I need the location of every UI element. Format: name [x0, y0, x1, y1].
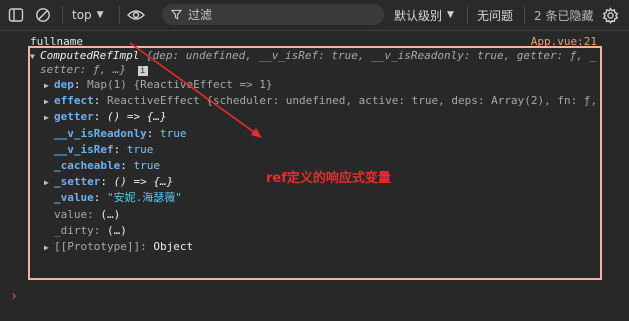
object-preview-cont: setter: ƒ, …}	[40, 63, 127, 76]
settings-gear-icon[interactable]	[602, 0, 619, 30]
expand-triangle-icon[interactable]: ▶	[44, 94, 54, 109]
chevron-down-icon: ▼	[96, 10, 104, 20]
info-badge-icon[interactable]: i	[137, 66, 148, 76]
property-value: true	[133, 159, 160, 172]
property-row: _dirty: (…)	[54, 223, 127, 237]
object-class-name: ComputedRefImpl	[40, 49, 140, 62]
filter-placeholder: 过滤	[188, 8, 213, 22]
object-summary-line2: setter: ƒ, …} i	[40, 62, 148, 77]
chevron-down-icon: ▼	[447, 10, 454, 20]
expand-triangle-icon[interactable]: ▶	[44, 240, 54, 255]
property-value: true	[159, 126, 187, 140]
property-row[interactable]: ▶ [[Prototype]]: Object	[44, 239, 193, 254]
property-key: getter	[54, 110, 94, 124]
property-row: value: (…)	[54, 207, 121, 221]
property-key: _value	[54, 191, 94, 205]
property-key: __v_isReadonly	[54, 126, 147, 140]
property-key: _setter	[54, 175, 101, 189]
property-key: __v_isRef	[54, 142, 114, 156]
property-value: ReactiveEffect {scheduler: undefined, ac…	[107, 94, 598, 108]
log-level-label: 默认级别	[394, 8, 443, 23]
filter-icon	[171, 9, 182, 20]
console-prompt[interactable]: ›	[10, 289, 18, 304]
expand-triangle-icon[interactable]: ▶	[44, 110, 54, 125]
property-value: (…)	[107, 223, 127, 237]
property-key: value	[54, 207, 88, 221]
issues-label: 无问题	[477, 8, 514, 23]
property-value: Map(1) {ReactiveEffect => 1}	[87, 78, 273, 91]
property-value: (…)	[100, 207, 121, 221]
property-row: _value: "安妮.海瑟薇"	[54, 191, 182, 205]
property-row[interactable]: ▶ dep: Map(1) {ReactiveEffect => 1}	[44, 77, 273, 92]
console-output: fullname App.vue:21 ▼ ComputedRefImpl {de…	[0, 31, 629, 321]
property-value: Object	[153, 240, 194, 253]
property-key: [[Prototype]]	[54, 240, 141, 253]
context-selector[interactable]: top ▼	[72, 0, 104, 30]
hidden-messages-label: 2 条已隐藏	[534, 8, 594, 23]
property-row[interactable]: ▶ getter: () => {…}	[44, 109, 167, 124]
expand-triangle-icon[interactable]: ▶	[44, 78, 54, 93]
object-summary[interactable]: ▼ ComputedRefImpl {dep: undefined, __v_is…	[30, 48, 596, 63]
property-key: effect	[54, 94, 94, 108]
live-expression-eye-icon[interactable]	[127, 0, 145, 30]
property-key: _dirty	[54, 223, 94, 237]
property-row: _cacheable: true	[54, 159, 160, 172]
sidebar-toggle-icon[interactable]	[8, 0, 24, 30]
expand-triangle-icon[interactable]: ▶	[44, 175, 54, 190]
clear-console-icon[interactable]	[35, 0, 51, 30]
annotation-text: ref定义的响应式变量	[266, 171, 391, 186]
context-label: top	[72, 8, 92, 22]
property-value: true	[126, 142, 154, 156]
property-key: _cacheable	[54, 159, 121, 172]
filter-input[interactable]: 过滤	[162, 4, 384, 25]
console-toolbar: top ▼ 过滤 默认级别 ▼ 无问题 2 条已隐藏	[0, 0, 629, 31]
log-level-dropdown[interactable]: 默认级别 ▼	[394, 0, 454, 30]
property-row: __v_isRef: true	[54, 142, 154, 156]
property-value: "安妮.海瑟薇"	[107, 191, 182, 205]
property-value: () => {…}	[107, 110, 167, 124]
property-row[interactable]: ▶ effect: ReactiveEffect {scheduler: unde…	[44, 93, 597, 108]
property-key: dep	[54, 78, 74, 91]
issues-button[interactable]: 无问题	[477, 0, 513, 30]
property-value: () => {…}	[113, 175, 174, 189]
property-row[interactable]: ▶ _setter: () => {…}	[44, 174, 173, 189]
hidden-messages-count: 2 条已隐藏	[534, 0, 593, 30]
object-preview: {dep: undefined, __v_isRef: true, __v_is…	[139, 49, 597, 62]
expanded-triangle-icon[interactable]: ▼	[30, 49, 40, 64]
property-row: __v_isReadonly: true	[54, 126, 187, 140]
